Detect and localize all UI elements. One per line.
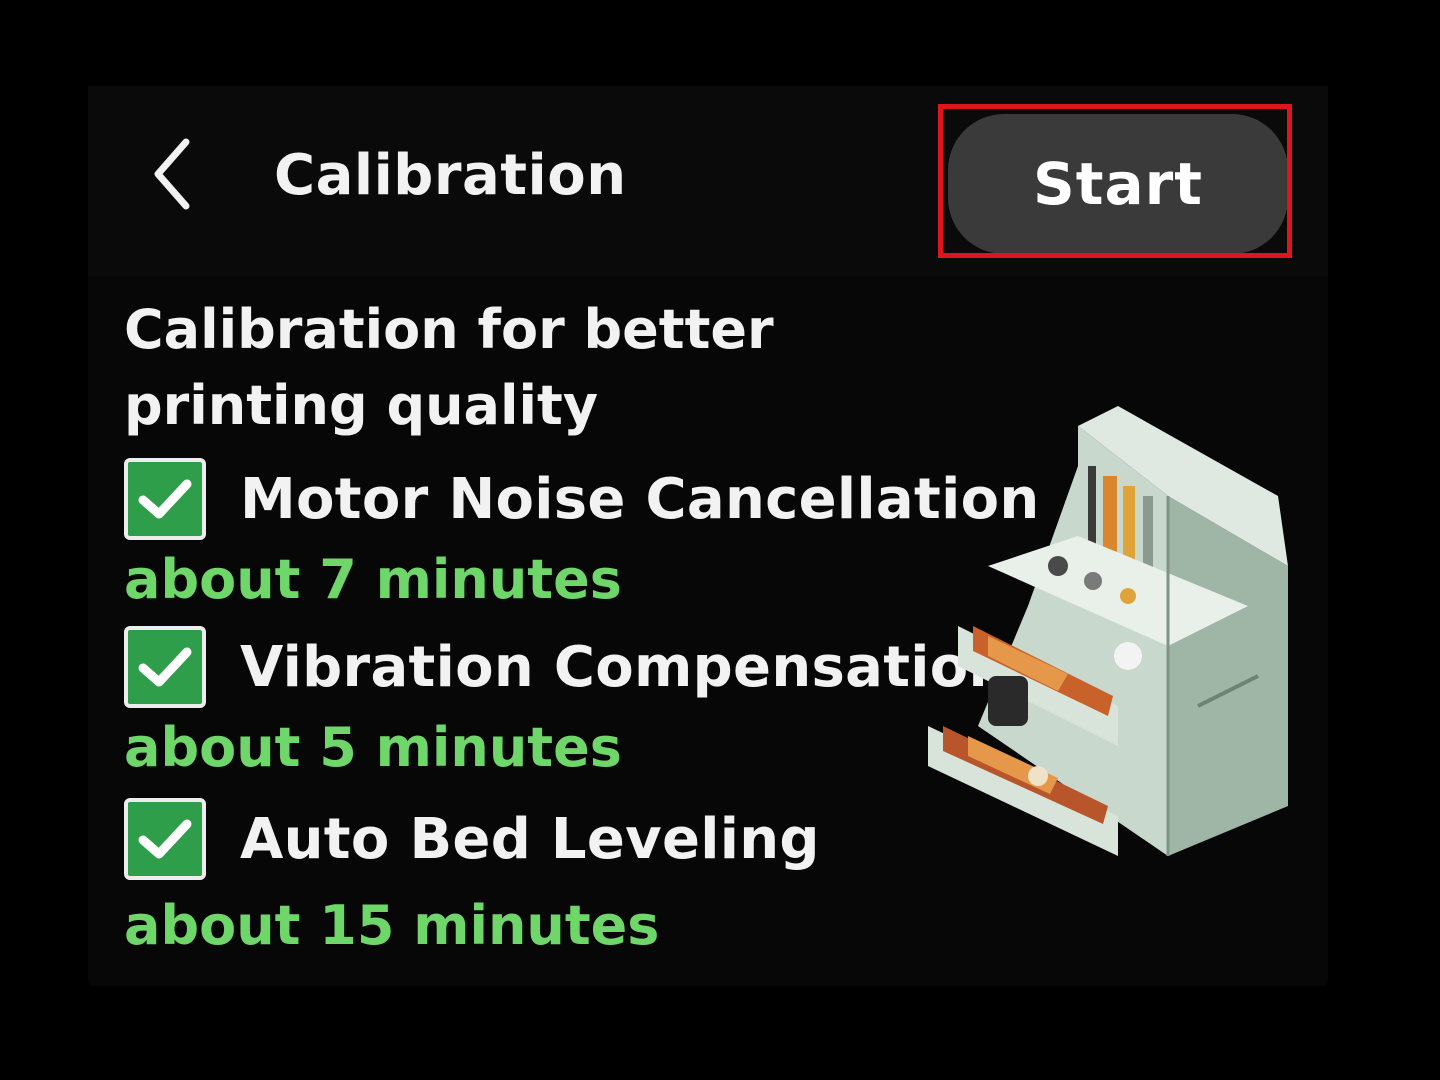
option-duration: about 15 minutes <box>124 894 660 957</box>
description-line-2: printing quality <box>124 374 599 437</box>
option-motor-noise-cancellation[interactable]: Motor Noise Cancellation <box>124 458 1040 540</box>
option-duration: about 5 minutes <box>124 716 622 779</box>
header-bar: Calibration Start <box>88 86 1328 276</box>
back-button[interactable] <box>146 134 206 214</box>
auto-bed-leveling-checkbox[interactable] <box>124 798 206 880</box>
calibration-screen: Calibration Start Calibration for better… <box>88 86 1328 986</box>
vibration-compensation-checkbox[interactable] <box>124 626 206 708</box>
description-line-1: Calibration for better <box>124 298 774 361</box>
printer-calibration-illustration <box>918 406 1298 876</box>
option-duration: about 7 minutes <box>124 548 622 611</box>
start-button-highlight <box>938 104 1292 258</box>
checkmark-icon <box>138 819 192 859</box>
description-text: Calibration for better printing quality <box>124 292 824 444</box>
chevron-left-icon <box>154 138 190 210</box>
option-auto-bed-leveling[interactable]: Auto Bed Leveling <box>124 798 820 880</box>
option-vibration-compensation[interactable]: Vibration Compensation <box>124 626 1009 708</box>
motor-noise-cancellation-checkbox[interactable] <box>124 458 206 540</box>
option-label: Auto Bed Leveling <box>240 806 820 872</box>
option-label: Vibration Compensation <box>240 634 1009 700</box>
page-title: Calibration <box>274 143 627 208</box>
checkmark-icon <box>138 479 192 519</box>
checkmark-icon <box>138 647 192 687</box>
